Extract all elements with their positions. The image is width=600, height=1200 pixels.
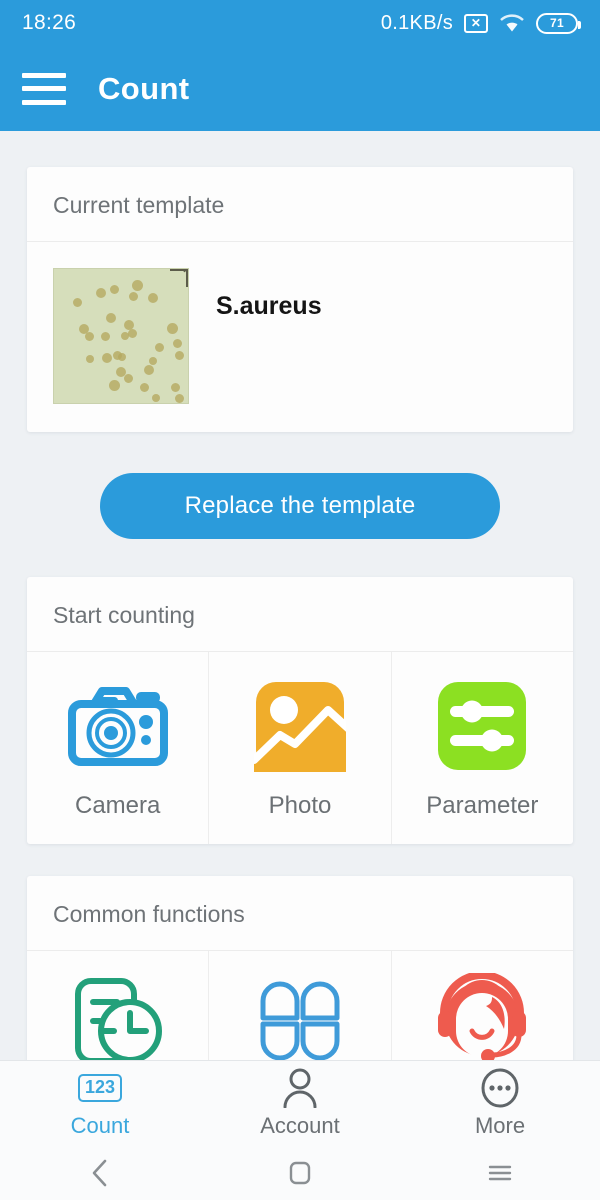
square-home-icon[interactable] — [200, 1161, 400, 1185]
template-name: S.aureus — [216, 292, 322, 320]
current-template-header: Current template — [27, 167, 573, 242]
status-bar: 18:26 0.1KB/s ✕ 71 — [0, 0, 600, 46]
phone-screen: 18:26 0.1KB/s ✕ 71 Count Current templat… — [0, 0, 600, 1200]
document-clock-history-icon — [70, 973, 166, 1069]
current-template-card: Current template S.aureus — [27, 167, 573, 432]
headset-support-agent-icon — [434, 973, 530, 1069]
bottom-nav-label-count: Count — [70, 1113, 130, 1138]
bottom-nav-item-account[interactable]: Account — [200, 1067, 400, 1139]
replace-template-wrap: Replace the template — [0, 432, 600, 577]
camera-icon — [67, 678, 168, 774]
hamburger-recents-icon[interactable] — [400, 1163, 600, 1183]
start-counting-card: Start counting Camera Photo Parameter — [27, 577, 573, 844]
tile-photo-label: Photo — [268, 792, 332, 819]
common-functions-tiles: History All functions — [27, 951, 573, 1069]
bottom-nav-label-account: Account — [260, 1113, 340, 1138]
thumbnail-corner-mark — [170, 269, 188, 287]
tile-parameter[interactable]: Parameter — [390, 652, 573, 844]
tile-parameter-label: Parameter — [426, 792, 539, 819]
bottom-nav-item-count[interactable]: 123 Count — [0, 1067, 200, 1139]
page-title: Count — [98, 70, 190, 106]
ellipsis-circle-icon — [480, 1067, 520, 1109]
start-counting-tiles: Camera Photo Parameter — [27, 652, 573, 844]
status-bar-indicators: 0.1KB/s ✕ 71 — [380, 11, 581, 35]
hamburger-menu-icon[interactable] — [22, 72, 66, 105]
four-petal-grid-icon — [254, 973, 346, 1069]
tile-camera[interactable]: Camera — [27, 652, 208, 844]
wifi-icon — [499, 13, 525, 33]
bottom-nav-label-more: More — [474, 1113, 526, 1138]
bottom-nav-item-more[interactable]: More — [400, 1067, 600, 1139]
status-bar-clock: 18:26 — [22, 11, 77, 34]
network-speed-label: 0.1KB/s — [380, 11, 453, 34]
x-in-box-icon: ✕ — [464, 13, 488, 33]
common-functions-header: Common functions — [27, 876, 573, 951]
start-counting-header: Start counting — [27, 577, 573, 652]
common-functions-card: Common functions History — [27, 876, 573, 1069]
sliders-settings-icon — [436, 678, 528, 774]
bottom-navigation: 123 Count Account More — [0, 1060, 600, 1145]
image-photo-icon — [253, 678, 346, 774]
battery-level-label: 71 — [550, 16, 564, 30]
petri-dish-colony-thumbnail[interactable] — [53, 268, 189, 404]
current-template-row[interactable]: S.aureus — [27, 242, 573, 432]
tile-history[interactable]: History — [27, 951, 208, 1069]
system-navigation-bar — [0, 1145, 600, 1200]
tile-customer-service[interactable]: Customer service — [390, 951, 573, 1069]
chevron-back-icon[interactable] — [0, 1158, 200, 1188]
numbers-123-box-icon: 123 — [77, 1067, 123, 1109]
battery-indicator: 71 — [536, 12, 581, 34]
tile-camera-label: Camera — [74, 792, 161, 819]
main-content[interactable]: Current template S.aureus Replace the te… — [0, 131, 600, 1145]
tile-photo[interactable]: Photo — [208, 652, 390, 844]
replace-template-button[interactable]: Replace the template — [100, 473, 500, 539]
person-outline-icon — [281, 1067, 319, 1109]
tile-all-functions[interactable]: All functions — [208, 951, 390, 1069]
app-bar: Count — [0, 46, 600, 131]
